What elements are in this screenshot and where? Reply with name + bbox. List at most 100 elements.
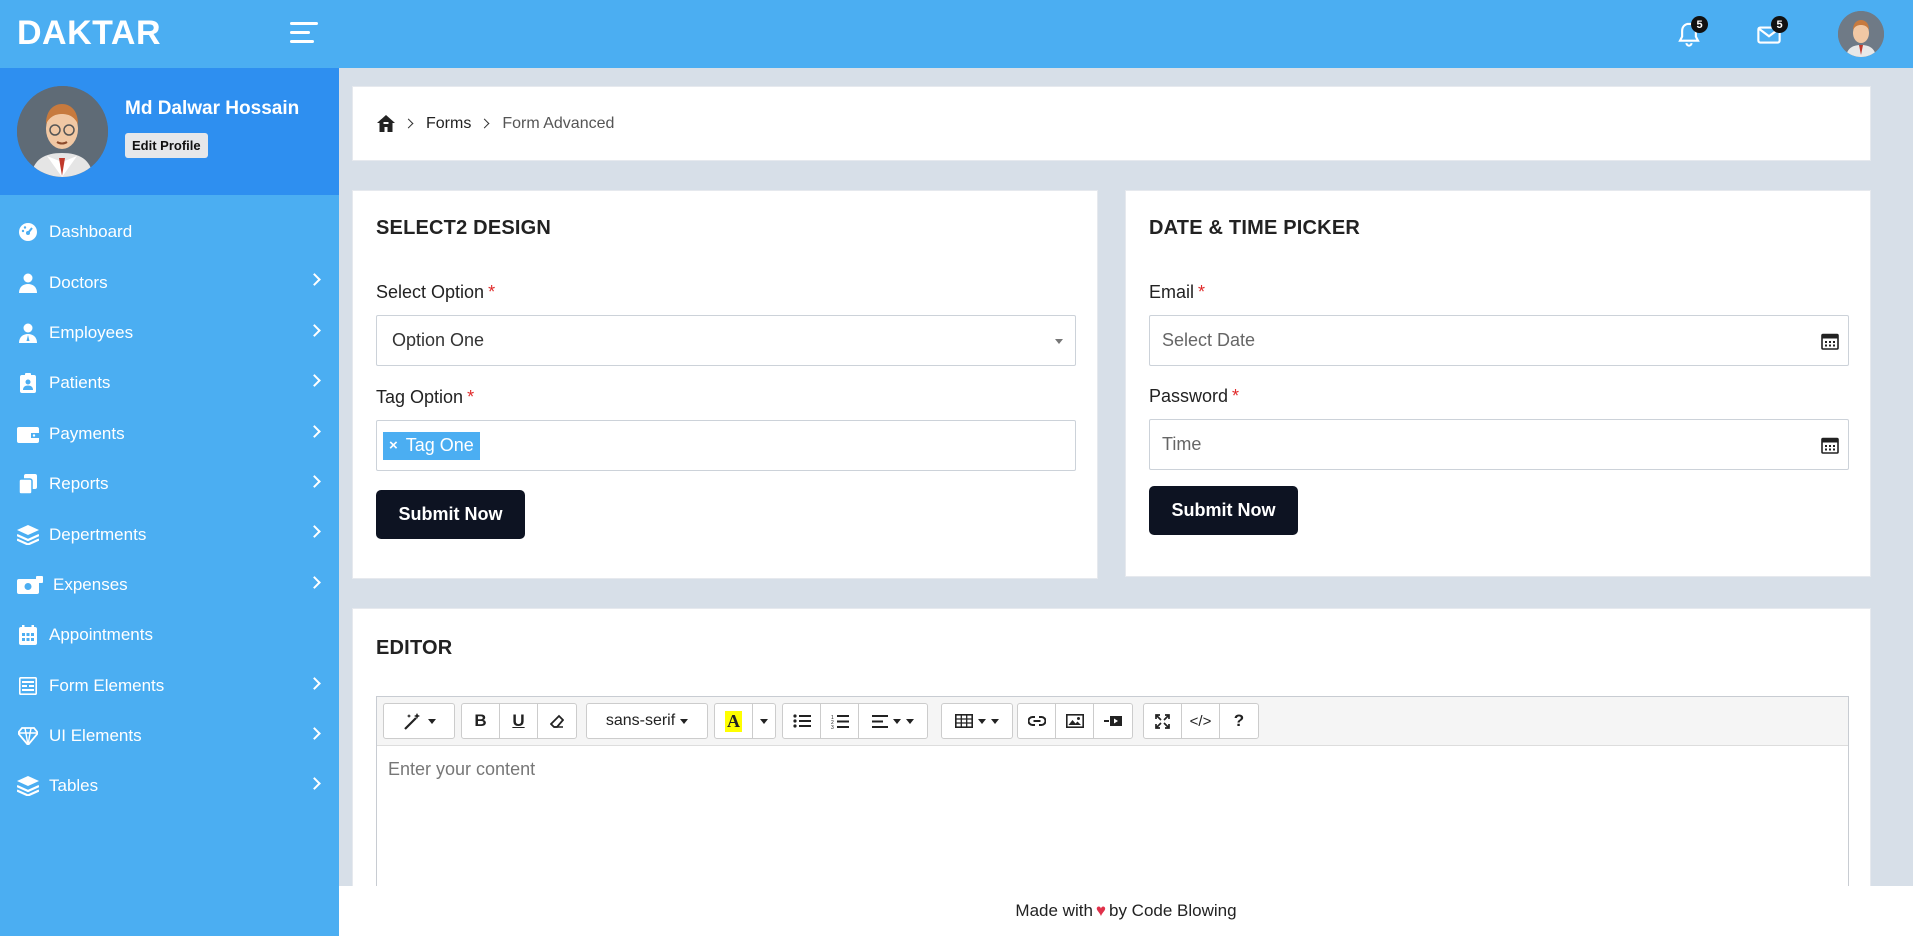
code-view-icon[interactable]: </> <box>1182 704 1220 738</box>
date-picker-input[interactable] <box>1149 315 1849 366</box>
tag-option-input[interactable]: × Tag One <box>376 420 1076 471</box>
sidebar-item-label: Payments <box>49 423 125 443</box>
sidebar-item-label: Appointments <box>49 625 153 645</box>
eraser-icon[interactable] <box>538 704 576 738</box>
tag-option-label-text: Tag Option <box>376 387 464 407</box>
dropdown-arrow-icon <box>1055 339 1063 344</box>
user-avatar[interactable] <box>1838 11 1884 57</box>
sidebar-item-form-elements[interactable]: Form Elements <box>0 661 339 711</box>
ordered-list-icon[interactable]: 123 <box>821 704 859 738</box>
table-group <box>941 703 1013 739</box>
footer-credit[interactable]: by Code Blowing <box>1109 901 1237 921</box>
sidebar-item-employees[interactable]: Employees <box>0 308 339 358</box>
select-option-value: Option One <box>392 330 485 350</box>
datetime-submit-button[interactable]: Submit Now <box>1149 486 1298 535</box>
time-picker-input[interactable] <box>1149 419 1849 470</box>
required-mark: * <box>1198 282 1206 302</box>
breadcrumb-separator-icon <box>403 118 414 129</box>
chevron-right-icon <box>308 374 321 388</box>
image-icon[interactable] <box>1056 704 1094 738</box>
chevron-right-icon <box>308 777 321 791</box>
mail-icon[interactable]: 5 <box>1754 16 1788 50</box>
sidebar-item-tables[interactable]: Tables <box>0 761 339 811</box>
magic-wand-icon[interactable] <box>384 704 454 738</box>
tag-chip-label: Tag One <box>405 435 474 455</box>
sidebar-item-ui-elements[interactable]: UI Elements <box>0 711 339 761</box>
profile-avatar <box>17 86 108 177</box>
align-icon[interactable] <box>859 704 927 738</box>
required-mark: * <box>488 282 496 302</box>
footer-made-with: Made with <box>1015 901 1093 920</box>
doctor-icon <box>17 272 39 294</box>
unordered-list-icon[interactable] <box>783 704 821 738</box>
bold-icon[interactable]: B <box>462 704 500 738</box>
link-icon[interactable] <box>1018 704 1056 738</box>
breadcrumb-separator-icon <box>479 118 490 129</box>
sidebar-item-doctors[interactable]: Doctors <box>0 257 339 307</box>
text-color-icon[interactable]: A <box>715 704 753 738</box>
patient-icon <box>17 372 39 394</box>
sidebar-item-label: Form Elements <box>49 675 165 695</box>
required-mark: * <box>1232 386 1240 406</box>
form-icon <box>17 675 39 697</box>
breadcrumb: Forms Form Advanced <box>352 86 1871 161</box>
calendar-icon[interactable] <box>1821 332 1839 350</box>
sidebar-item-depertments[interactable]: Depertments <box>0 509 339 559</box>
sidebar-item-label: Expenses <box>53 574 128 594</box>
select2-title: SELECT2 DESIGN <box>376 217 552 239</box>
tag-remove-icon[interactable]: × <box>389 437 398 454</box>
misc-group: </> ? <box>1143 703 1259 739</box>
password-label-text: Password <box>1149 386 1229 406</box>
sidebar-item-label: Doctors <box>49 272 108 292</box>
editor-toolbar: B U sans-serif A 123 </> ? <box>377 697 1848 746</box>
sidebar-item-label: Tables <box>49 776 99 796</box>
calendar-icon <box>17 624 39 646</box>
dashboard-icon <box>17 221 39 243</box>
menu-toggle-icon[interactable] <box>290 22 318 46</box>
table-icon[interactable] <box>942 704 1012 738</box>
editor-content-area[interactable]: Enter your content <box>377 746 1848 793</box>
notification-badge: 5 <box>1691 16 1708 33</box>
edit-profile-button[interactable]: Edit Profile <box>125 133 208 158</box>
sidebar-profile: Md Dalwar Hossain Edit Profile <box>0 68 339 195</box>
select-option-label: Select Option * <box>376 282 495 303</box>
sidebar-item-payments[interactable]: Payments <box>0 409 339 459</box>
employee-icon <box>17 322 39 344</box>
sidebar: Md Dalwar Hossain Edit Profile Dashboard… <box>0 68 339 936</box>
calendar-icon[interactable] <box>1821 436 1839 454</box>
chevron-right-icon <box>308 727 321 740</box>
footer: Made with ♥ by Code Blowing <box>339 886 1913 936</box>
video-icon[interactable] <box>1094 704 1132 738</box>
chevron-right-icon <box>308 323 321 337</box>
email-label: Email * <box>1149 282 1205 303</box>
sidebar-item-patients[interactable]: Patients <box>0 358 339 408</box>
breadcrumb-forms[interactable]: Forms <box>426 115 471 133</box>
sidebar-item-dashboard[interactable]: Dashboard <box>0 207 339 257</box>
sidebar-item-reports[interactable]: Reports <box>0 459 339 509</box>
select2-submit-button[interactable]: Submit Now <box>376 490 525 539</box>
layers-icon <box>17 775 39 797</box>
home-icon[interactable] <box>377 115 395 132</box>
font-family-label: sans-serif <box>605 712 676 729</box>
wallet-icon <box>17 423 39 445</box>
fullscreen-icon[interactable] <box>1144 704 1182 738</box>
sidebar-item-label: Dashboard <box>49 222 133 242</box>
underline-icon[interactable]: U <box>500 704 538 738</box>
email-label-text: Email <box>1149 282 1195 302</box>
color-dropdown-icon[interactable] <box>753 704 775 738</box>
top-navbar: DAKTAR 5 5 <box>0 0 1913 68</box>
datetime-card: DATE & TIME PICKER Email* Password* Subm… <box>1125 190 1871 577</box>
sidebar-item-appointments[interactable]: Appointments <box>0 610 339 660</box>
font-group: sans-serif <box>586 703 708 739</box>
sidebar-item-expenses[interactable]: Expenses <box>0 560 339 610</box>
breadcrumb-current: Form Advanced <box>502 114 615 132</box>
notification-bell-icon[interactable]: 5 <box>1674 16 1708 50</box>
color-group: A <box>714 703 776 739</box>
copy-icon <box>17 473 39 495</box>
select-option-dropdown[interactable]: Option One <box>376 315 1076 366</box>
brand-logo[interactable]: DAKTAR <box>17 14 161 53</box>
help-icon[interactable]: ? <box>1220 704 1258 738</box>
mail-badge: 5 <box>1771 16 1788 33</box>
chevron-right-icon <box>308 676 321 690</box>
font-family-dropdown[interactable]: sans-serif <box>587 704 707 738</box>
